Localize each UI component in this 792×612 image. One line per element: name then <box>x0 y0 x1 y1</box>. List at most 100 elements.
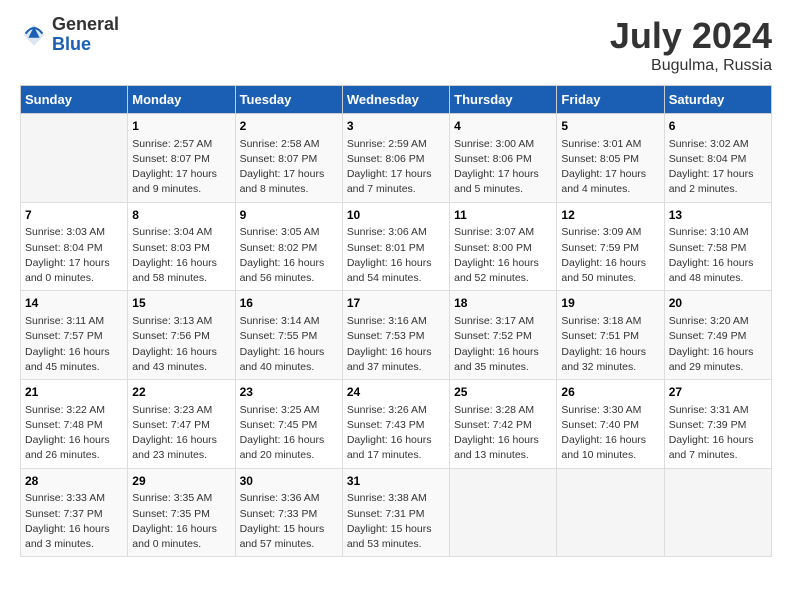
calendar-cell: 6 Sunrise: 3:02 AMSunset: 8:04 PMDaylight… <box>664 114 771 203</box>
calendar-body: 1 Sunrise: 2:57 AMSunset: 8:07 PMDaylight… <box>21 114 772 557</box>
calendar-cell: 8Sunrise: 3:04 AMSunset: 8:03 PMDaylight… <box>128 202 235 291</box>
day-number: 27 <box>669 384 767 401</box>
day-info: Sunrise: 3:33 AMSunset: 7:37 PMDaylight:… <box>25 491 123 552</box>
day-info: Sunrise: 3:13 AMSunset: 7:56 PMDaylight:… <box>132 314 230 375</box>
calendar-cell: 28Sunrise: 3:33 AMSunset: 7:37 PMDayligh… <box>21 468 128 557</box>
calendar-cell: 7Sunrise: 3:03 AMSunset: 8:04 PMDaylight… <box>21 202 128 291</box>
day-info: Sunrise: 3:26 AMSunset: 7:43 PMDaylight:… <box>347 403 445 464</box>
day-number: 15 <box>132 295 230 312</box>
day-number: 3 <box>347 118 445 135</box>
calendar-cell: 17Sunrise: 3:16 AMSunset: 7:53 PMDayligh… <box>342 291 449 380</box>
day-number: 18 <box>454 295 552 312</box>
day-info: Sunrise: 3:35 AMSunset: 7:35 PMDaylight:… <box>132 491 230 552</box>
page: General Blue July 2024 Bugulma, Russia S… <box>0 0 792 567</box>
day-info: Sunrise: 3:01 AMSunset: 8:05 PMDaylight:… <box>561 137 659 198</box>
calendar-cell <box>450 468 557 557</box>
logo-icon <box>20 21 48 49</box>
day-number: 29 <box>132 473 230 490</box>
day-number: 10 <box>347 207 445 224</box>
day-number: 22 <box>132 384 230 401</box>
day-info: Sunrise: 2:57 AMSunset: 8:07 PMDaylight:… <box>132 137 230 198</box>
day-info: Sunrise: 3:20 AMSunset: 7:49 PMDaylight:… <box>669 314 767 375</box>
calendar-cell: 12Sunrise: 3:09 AMSunset: 7:59 PMDayligh… <box>557 202 664 291</box>
day-info: Sunrise: 3:28 AMSunset: 7:42 PMDaylight:… <box>454 403 552 464</box>
calendar-cell: 14 Sunrise: 3:11 AMSunset: 7:57 PMDayligh… <box>21 291 128 380</box>
day-info: Sunrise: 3:17 AMSunset: 7:52 PMDaylight:… <box>454 314 552 375</box>
day-info: Sunrise: 3:18 AMSunset: 7:51 PMDaylight:… <box>561 314 659 375</box>
week-row-1: 1 Sunrise: 2:57 AMSunset: 8:07 PMDaylight… <box>21 114 772 203</box>
day-info: Sunrise: 3:07 AMSunset: 8:00 PMDaylight:… <box>454 225 552 286</box>
day-info: Sunrise: 3:10 AMSunset: 7:58 PMDaylight:… <box>669 225 767 286</box>
calendar-cell: 29Sunrise: 3:35 AMSunset: 7:35 PMDayligh… <box>128 468 235 557</box>
calendar-cell <box>664 468 771 557</box>
day-number: 26 <box>561 384 659 401</box>
day-info: Sunrise: 3:30 AMSunset: 7:40 PMDaylight:… <box>561 403 659 464</box>
calendar-cell: 26 Sunrise: 3:30 AMSunset: 7:40 PMDayligh… <box>557 380 664 469</box>
column-header-tuesday: Tuesday <box>235 86 342 114</box>
calendar-header: SundayMondayTuesdayWednesdayThursdayFrid… <box>21 86 772 114</box>
calendar-cell: 10Sunrise: 3:06 AMSunset: 8:01 PMDayligh… <box>342 202 449 291</box>
day-info: Sunrise: 2:58 AMSunset: 8:07 PMDaylight:… <box>240 137 338 198</box>
calendar-cell: 16Sunrise: 3:14 AMSunset: 7:55 PMDayligh… <box>235 291 342 380</box>
day-info: Sunrise: 3:06 AMSunset: 8:01 PMDaylight:… <box>347 225 445 286</box>
day-info: Sunrise: 3:11 AMSunset: 7:57 PMDaylight:… <box>25 314 123 375</box>
calendar-cell: 31Sunrise: 3:38 AMSunset: 7:31 PMDayligh… <box>342 468 449 557</box>
calendar-cell: 13Sunrise: 3:10 AMSunset: 7:58 PMDayligh… <box>664 202 771 291</box>
column-header-wednesday: Wednesday <box>342 86 449 114</box>
calendar-cell: 21 Sunrise: 3:22 AMSunset: 7:48 PMDayligh… <box>21 380 128 469</box>
day-info: Sunrise: 2:59 AMSunset: 8:06 PMDaylight:… <box>347 137 445 198</box>
day-info: Sunrise: 3:25 AMSunset: 7:45 PMDaylight:… <box>240 403 338 464</box>
day-info: Sunrise: 3:16 AMSunset: 7:53 PMDaylight:… <box>347 314 445 375</box>
column-header-saturday: Saturday <box>664 86 771 114</box>
column-header-sunday: Sunday <box>21 86 128 114</box>
day-number: 25 <box>454 384 552 401</box>
calendar-cell: 9Sunrise: 3:05 AMSunset: 8:02 PMDaylight… <box>235 202 342 291</box>
day-number: 11 <box>454 207 552 224</box>
column-header-thursday: Thursday <box>450 86 557 114</box>
logo: General Blue <box>20 15 119 55</box>
calendar-cell: 22Sunrise: 3:23 AMSunset: 7:47 PMDayligh… <box>128 380 235 469</box>
logo-text: General Blue <box>52 15 119 55</box>
day-number: 20 <box>669 295 767 312</box>
header: General Blue July 2024 Bugulma, Russia <box>20 15 772 75</box>
week-row-2: 7Sunrise: 3:03 AMSunset: 8:04 PMDaylight… <box>21 202 772 291</box>
day-info: Sunrise: 3:05 AMSunset: 8:02 PMDaylight:… <box>240 225 338 286</box>
day-number: 6 <box>669 118 767 135</box>
day-number: 7 <box>25 207 123 224</box>
day-number: 14 <box>25 295 123 312</box>
day-number: 19 <box>561 295 659 312</box>
day-number: 4 <box>454 118 552 135</box>
calendar-cell: 19 Sunrise: 3:18 AMSunset: 7:51 PMDayligh… <box>557 291 664 380</box>
day-number: 31 <box>347 473 445 490</box>
header-row: SundayMondayTuesdayWednesdayThursdayFrid… <box>21 86 772 114</box>
calendar-cell: 24Sunrise: 3:26 AMSunset: 7:43 PMDayligh… <box>342 380 449 469</box>
week-row-5: 28Sunrise: 3:33 AMSunset: 7:37 PMDayligh… <box>21 468 772 557</box>
calendar-cell <box>21 114 128 203</box>
location: Bugulma, Russia <box>610 57 772 75</box>
day-info: Sunrise: 3:03 AMSunset: 8:04 PMDaylight:… <box>25 225 123 286</box>
logo-blue: Blue <box>52 35 119 55</box>
calendar-cell: 2 Sunrise: 2:58 AMSunset: 8:07 PMDaylight… <box>235 114 342 203</box>
day-number: 30 <box>240 473 338 490</box>
calendar-table: SundayMondayTuesdayWednesdayThursdayFrid… <box>20 85 772 557</box>
calendar-cell: 23 Sunrise: 3:25 AMSunset: 7:45 PMDayligh… <box>235 380 342 469</box>
day-info: Sunrise: 3:22 AMSunset: 7:48 PMDaylight:… <box>25 403 123 464</box>
day-info: Sunrise: 3:38 AMSunset: 7:31 PMDaylight:… <box>347 491 445 552</box>
calendar-cell: 11Sunrise: 3:07 AMSunset: 8:00 PMDayligh… <box>450 202 557 291</box>
day-number: 23 <box>240 384 338 401</box>
day-number: 12 <box>561 207 659 224</box>
day-number: 13 <box>669 207 767 224</box>
day-number: 1 <box>132 118 230 135</box>
calendar-cell: 5Sunrise: 3:01 AMSunset: 8:05 PMDaylight… <box>557 114 664 203</box>
week-row-4: 21 Sunrise: 3:22 AMSunset: 7:48 PMDayligh… <box>21 380 772 469</box>
day-info: Sunrise: 3:00 AMSunset: 8:06 PMDaylight:… <box>454 137 552 198</box>
calendar-cell <box>557 468 664 557</box>
day-number: 21 <box>25 384 123 401</box>
logo-general: General <box>52 15 119 35</box>
calendar-cell: 4 Sunrise: 3:00 AMSunset: 8:06 PMDaylight… <box>450 114 557 203</box>
day-number: 2 <box>240 118 338 135</box>
calendar-cell: 27Sunrise: 3:31 AMSunset: 7:39 PMDayligh… <box>664 380 771 469</box>
calendar-cell: 20 Sunrise: 3:20 AMSunset: 7:49 PMDayligh… <box>664 291 771 380</box>
day-info: Sunrise: 3:02 AMSunset: 8:04 PMDaylight:… <box>669 137 767 198</box>
calendar-cell: 1 Sunrise: 2:57 AMSunset: 8:07 PMDaylight… <box>128 114 235 203</box>
